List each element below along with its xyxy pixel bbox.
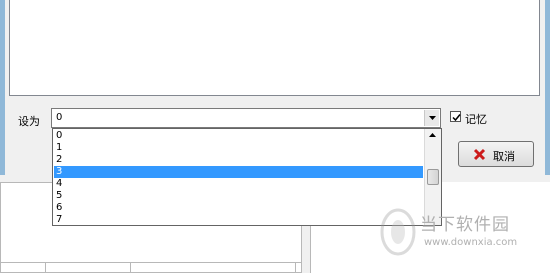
dropdown-option[interactable]: 1 bbox=[54, 142, 423, 154]
grid-divider bbox=[45, 263, 46, 273]
remember-label: 记忆 bbox=[465, 113, 487, 126]
scroll-thumb[interactable] bbox=[427, 169, 439, 185]
value-combobox[interactable]: 0 bbox=[51, 108, 441, 128]
dialog-border-left bbox=[0, 0, 5, 178]
dropdown-option[interactable]: 3 bbox=[54, 166, 423, 178]
red-x-icon bbox=[473, 148, 486, 161]
cancel-button[interactable]: 取消 bbox=[458, 141, 534, 167]
watermark-url: www.downxia.com bbox=[424, 237, 518, 248]
combo-value: 0 bbox=[56, 112, 63, 123]
cancel-label: 取消 bbox=[493, 150, 515, 163]
dropdown-option[interactable]: 2 bbox=[54, 154, 423, 166]
arrow-up-icon[interactable] bbox=[429, 133, 436, 137]
remember-checkbox[interactable] bbox=[450, 111, 461, 122]
watermark-logo-icon bbox=[380, 208, 416, 256]
dropdown-option[interactable]: 5 bbox=[54, 190, 423, 202]
watermark-name: 当下软件园 bbox=[420, 215, 510, 235]
grid-divider bbox=[295, 263, 296, 273]
combo-dropdown-button[interactable] bbox=[424, 110, 439, 126]
set-label: 设为 bbox=[18, 115, 40, 128]
chevron-down-icon bbox=[429, 116, 436, 120]
dropdown-option[interactable]: 6 bbox=[54, 202, 423, 214]
checkmark-icon bbox=[452, 114, 461, 122]
grid-divider bbox=[130, 263, 131, 273]
text-area[interactable] bbox=[9, 0, 540, 96]
dropdown-option[interactable]: 7 bbox=[54, 214, 423, 226]
dropdown-option[interactable]: 0 bbox=[54, 130, 423, 142]
dropdown-option[interactable]: 4 bbox=[54, 178, 423, 190]
dialog-border-right bbox=[545, 0, 550, 178]
